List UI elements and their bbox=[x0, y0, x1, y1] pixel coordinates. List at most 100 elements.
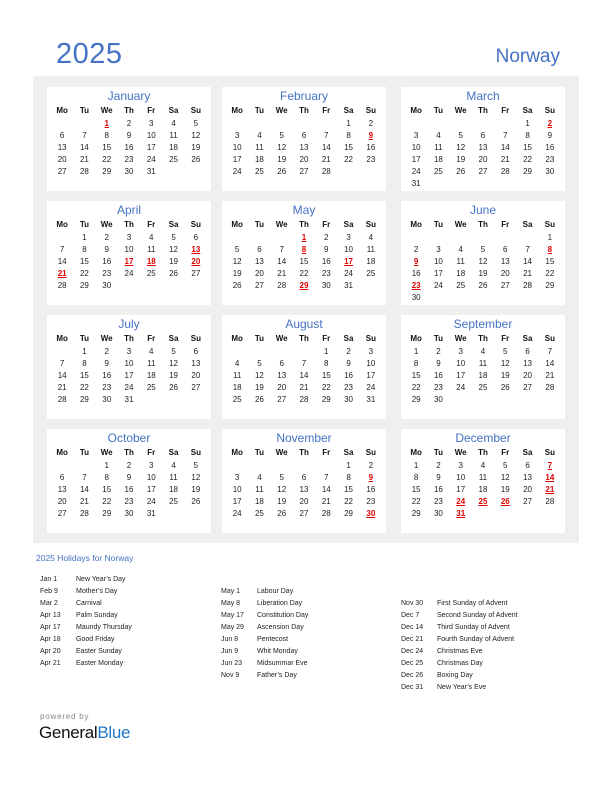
weekday-header: Th bbox=[299, 334, 309, 343]
day: 1 bbox=[413, 347, 419, 356]
holiday-name: Third Sunday of Advent bbox=[437, 624, 510, 631]
holiday-date: Dec 24 bbox=[401, 648, 424, 655]
day: 24 bbox=[456, 383, 466, 392]
day: 24 bbox=[232, 167, 242, 176]
day: 17 bbox=[456, 371, 466, 380]
day: 2 bbox=[324, 233, 329, 242]
day: 19 bbox=[277, 497, 287, 506]
day: 8 bbox=[413, 359, 419, 368]
weekday-header: Fr bbox=[501, 220, 510, 229]
day: 6 bbox=[193, 233, 199, 242]
weekday-header: Su bbox=[190, 220, 201, 229]
weekday-header: Sa bbox=[343, 334, 354, 343]
holiday-name: New Year’s Day bbox=[76, 576, 126, 583]
weekday-header: Fr bbox=[147, 334, 156, 343]
day: 9 bbox=[436, 473, 441, 482]
day: 2 bbox=[104, 233, 109, 242]
month-june: June Mo Tu We Th Fr Sa Su 1 2 3 4 5 6 7 8 9 10 11 12 13 14 15 1… bbox=[401, 201, 565, 305]
day: 15 bbox=[102, 143, 112, 152]
holiday-day: 8 bbox=[301, 245, 307, 254]
holiday-item: Feb 9 Mother’s Day bbox=[40, 586, 132, 598]
weekday-header: Th bbox=[299, 106, 309, 115]
weekday-header: We bbox=[100, 220, 113, 229]
holiday-name: Maundy Thursday bbox=[76, 624, 132, 631]
day: 8 bbox=[525, 131, 530, 140]
day: 13 bbox=[299, 485, 309, 494]
weekday-header: Mo bbox=[56, 106, 68, 115]
empty-day bbox=[248, 460, 270, 472]
day: 4 bbox=[149, 347, 154, 356]
holiday-day: 9 bbox=[368, 473, 374, 482]
day: 27 bbox=[277, 395, 287, 404]
day: 18 bbox=[169, 143, 179, 152]
empty-day bbox=[405, 232, 427, 244]
day: 15 bbox=[321, 371, 331, 380]
day: 3 bbox=[126, 347, 132, 356]
day: 29 bbox=[102, 509, 112, 518]
empty-day bbox=[450, 232, 472, 244]
holiday-date: Nov 30 bbox=[401, 600, 424, 607]
day: 19 bbox=[478, 269, 488, 278]
empty-day bbox=[293, 346, 315, 358]
holidays-title: 2025 Holidays for Norway bbox=[36, 553, 134, 563]
day: 22 bbox=[411, 383, 421, 392]
generalblue-logo[interactable]: GeneralBlue bbox=[39, 723, 131, 743]
day: 21 bbox=[299, 383, 309, 392]
weekday-header: Sa bbox=[522, 220, 533, 229]
day: 13 bbox=[500, 257, 510, 266]
weekday-header: Fr bbox=[501, 448, 510, 457]
day: 30 bbox=[321, 281, 331, 290]
day: 12 bbox=[169, 359, 179, 368]
day: 21 bbox=[500, 155, 510, 164]
day: 26 bbox=[277, 167, 287, 176]
holiday-day: 17 bbox=[344, 257, 354, 266]
day: 1 bbox=[413, 461, 419, 470]
day: 8 bbox=[82, 359, 87, 368]
holiday-day: 25 bbox=[478, 497, 488, 506]
day: 14 bbox=[545, 359, 555, 368]
day: 15 bbox=[79, 257, 89, 266]
day: 16 bbox=[366, 485, 376, 494]
day: 18 bbox=[169, 485, 179, 494]
weekday-header: Su bbox=[544, 220, 555, 229]
day: 31 bbox=[344, 281, 354, 290]
day: 20 bbox=[57, 155, 67, 164]
day: 24 bbox=[124, 383, 134, 392]
day: 28 bbox=[321, 509, 331, 518]
day: 6 bbox=[279, 359, 284, 368]
day: 22 bbox=[344, 497, 354, 506]
empty-day bbox=[51, 346, 73, 358]
holiday-day: 26 bbox=[500, 497, 510, 506]
day: 12 bbox=[254, 371, 264, 380]
day: 25 bbox=[146, 383, 156, 392]
weekday-header: We bbox=[100, 334, 113, 343]
powered-by-label: powered by bbox=[40, 712, 90, 721]
month-title: May bbox=[292, 203, 316, 217]
weekday-header: Mo bbox=[56, 448, 68, 457]
month-august: August Mo Tu We Th Fr Sa Su 1 2 3 4 5 6 7 8 9 10 11 12 13 14 1… bbox=[222, 315, 386, 419]
day: 15 bbox=[344, 143, 354, 152]
day: 27 bbox=[191, 269, 201, 278]
day: 7 bbox=[59, 245, 65, 254]
day: 18 bbox=[146, 371, 156, 380]
weekday-header: Tu bbox=[254, 334, 265, 343]
day: 24 bbox=[124, 269, 134, 278]
month-february: February Mo Tu We Th Fr Sa Su 1 2 3 4 5 6 7 8 9 10 11 12 13 1… bbox=[222, 87, 386, 191]
month-april: April Mo Tu We Th Fr Sa Su 1 2 3 4 5 6 7 8 9 10 11 12 13 14 15… bbox=[47, 201, 211, 305]
day: 3 bbox=[436, 245, 441, 254]
holiday-name: Good Friday bbox=[76, 636, 115, 643]
empty-day bbox=[405, 118, 427, 130]
day: 15 bbox=[102, 485, 112, 494]
day: 10 bbox=[411, 143, 421, 152]
empty-day bbox=[516, 232, 538, 244]
holiday-name: Easter Monday bbox=[76, 660, 124, 667]
empty-day bbox=[73, 460, 95, 472]
day: 9 bbox=[104, 245, 109, 254]
day: 9 bbox=[346, 359, 351, 368]
day: 25 bbox=[456, 281, 466, 290]
holiday-item: May 8 Liberation Day bbox=[221, 598, 308, 610]
day: 23 bbox=[124, 497, 134, 506]
day: 10 bbox=[456, 473, 466, 482]
holiday-name: Christmas Day bbox=[437, 660, 483, 667]
day: 3 bbox=[458, 347, 463, 356]
